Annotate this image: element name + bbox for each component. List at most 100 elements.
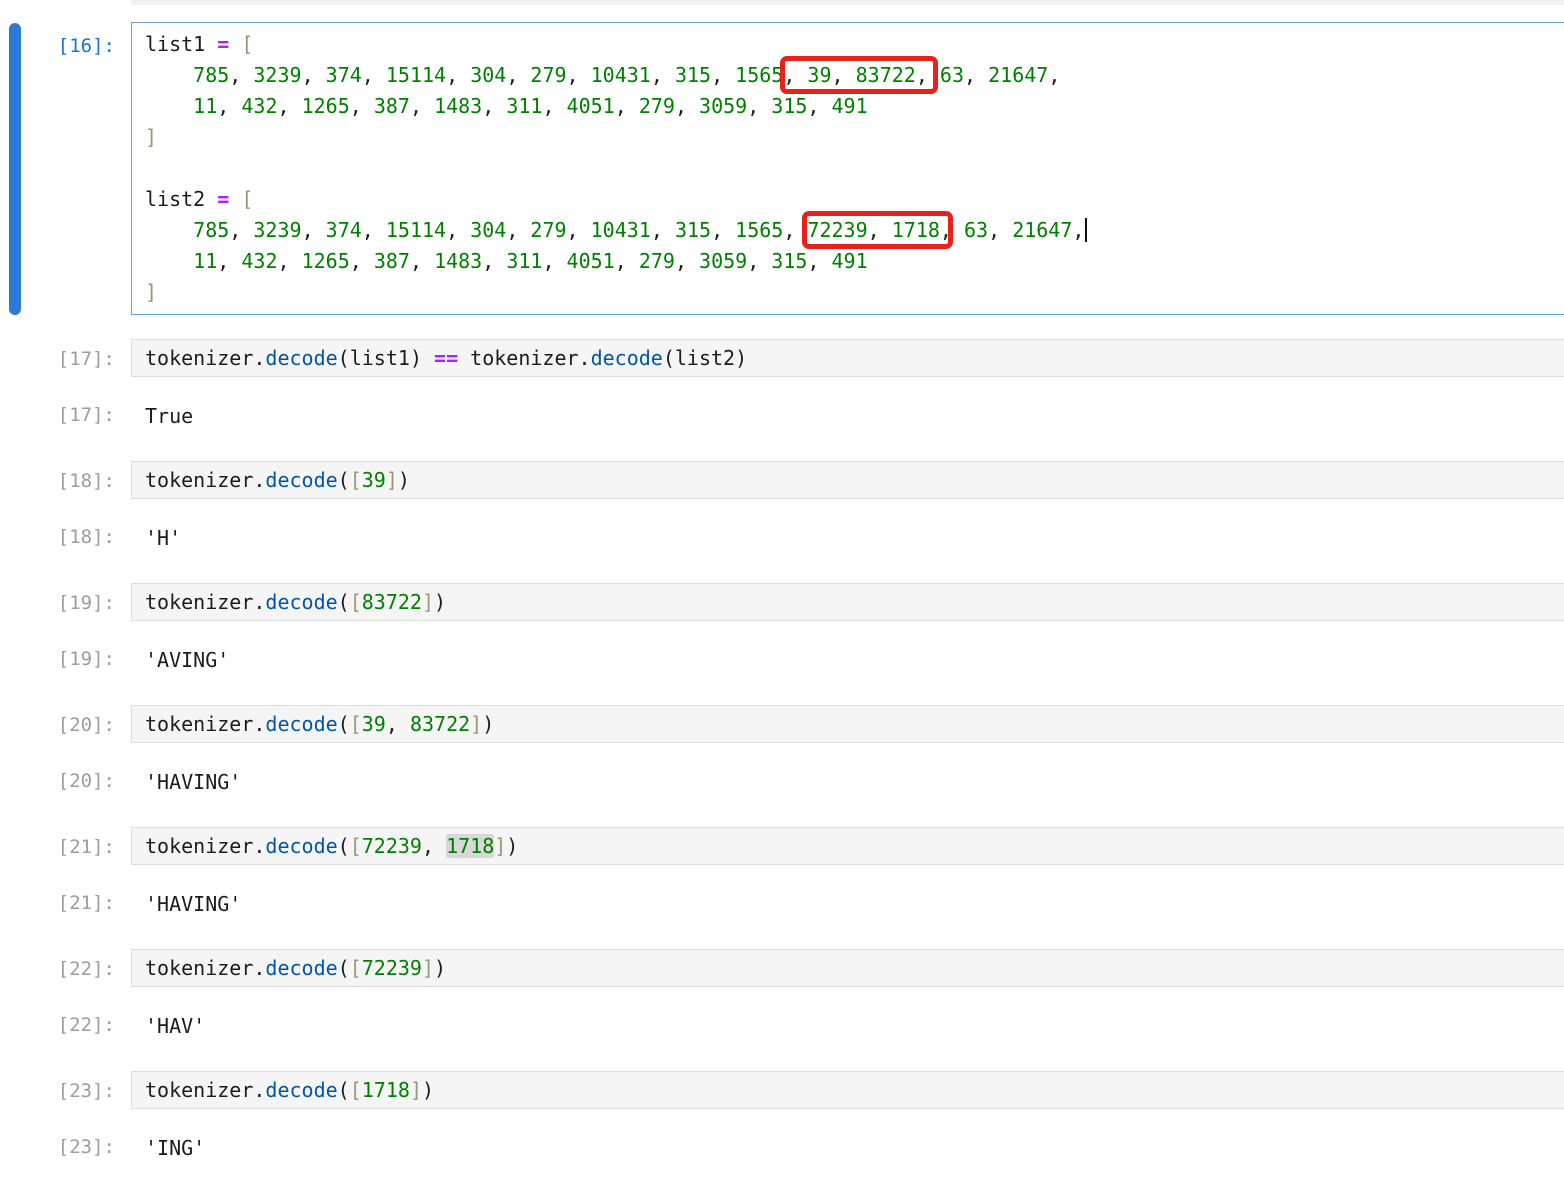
code-token: decode bbox=[265, 712, 337, 736]
code-token: ] bbox=[410, 1078, 422, 1102]
code-token: , bbox=[675, 249, 699, 273]
code-token: , bbox=[217, 249, 241, 273]
code-token: tokenizer bbox=[145, 1078, 253, 1102]
output-cell-row: [22]:'HAV' bbox=[0, 1006, 1564, 1044]
output-prompt: [22]: bbox=[0, 1006, 115, 1044]
code-token: 315 bbox=[675, 63, 711, 87]
code-token: , bbox=[615, 249, 639, 273]
code-token: 15114 bbox=[386, 63, 446, 87]
code-token: , bbox=[832, 63, 856, 87]
code-token: ) bbox=[482, 712, 494, 736]
code-token: ( bbox=[338, 346, 350, 370]
code-token: 491 bbox=[832, 249, 868, 273]
code-cell-row: [19]:tokenizer.decode([83722]) bbox=[0, 583, 1564, 621]
code-editor[interactable]: list1 = [ 785, 3239, 374, 15114, 304, 27… bbox=[131, 22, 1564, 315]
code-token: . bbox=[253, 956, 265, 980]
code-editor[interactable]: tokenizer.decode([1718]) bbox=[131, 1071, 1564, 1109]
code-token: , bbox=[747, 94, 771, 118]
code-token: , bbox=[711, 63, 735, 87]
code-editor[interactable]: tokenizer.decode([72239]) bbox=[131, 949, 1564, 987]
code-token: 72239 bbox=[362, 834, 422, 858]
execution-count-prompt: [17]: bbox=[0, 339, 115, 377]
code-editor[interactable]: tokenizer.decode(list1) == tokenizer.dec… bbox=[131, 339, 1564, 377]
code-token: 1265 bbox=[302, 249, 350, 273]
code-token: , bbox=[711, 218, 735, 242]
code-token: 311 bbox=[506, 249, 542, 273]
code-token: , bbox=[747, 249, 771, 273]
code-token: , bbox=[1048, 63, 1060, 87]
execution-count-prompt: [16]: bbox=[0, 22, 115, 315]
code-token: , bbox=[567, 218, 591, 242]
output-prompt: [19]: bbox=[0, 640, 115, 678]
code-token: . bbox=[253, 834, 265, 858]
code-token: 39 bbox=[362, 468, 386, 492]
code-line: ] bbox=[145, 122, 1564, 153]
code-token: tokenizer bbox=[145, 346, 253, 370]
code-token: 1483 bbox=[434, 94, 482, 118]
code-token: ] bbox=[470, 712, 482, 736]
code-token: 374 bbox=[326, 63, 362, 87]
output-prompt: [18]: bbox=[0, 518, 115, 556]
code-token: 15114 bbox=[386, 218, 446, 242]
code-token: 279 bbox=[639, 94, 675, 118]
code-token: [ bbox=[241, 187, 253, 211]
code-token bbox=[458, 346, 470, 370]
code-token: , bbox=[940, 218, 964, 242]
code-token: ( bbox=[338, 834, 350, 858]
code-token: 39 bbox=[362, 712, 386, 736]
code-token: 279 bbox=[639, 249, 675, 273]
execution-count-prompt: [22]: bbox=[0, 949, 115, 987]
code-line: tokenizer.decode([39, 83722]) bbox=[145, 713, 1564, 735]
output-cell-row: [19]:'AVING' bbox=[0, 640, 1564, 678]
code-editor[interactable]: tokenizer.decode([39]) bbox=[131, 461, 1564, 499]
code-token: 387 bbox=[374, 249, 410, 273]
code-token: 1718 bbox=[892, 218, 940, 242]
code-token: ( bbox=[663, 346, 675, 370]
code-token: 311 bbox=[506, 94, 542, 118]
code-token: decode bbox=[265, 468, 337, 492]
code-token: 63 bbox=[940, 63, 964, 87]
code-editor[interactable]: tokenizer.decode([83722]) bbox=[131, 583, 1564, 621]
code-token: 304 bbox=[470, 218, 506, 242]
code-token: ) bbox=[735, 346, 747, 370]
text-cursor bbox=[1085, 218, 1087, 242]
code-token: [ bbox=[350, 712, 362, 736]
code-token: [ bbox=[350, 956, 362, 980]
output-prompt: [20]: bbox=[0, 762, 115, 800]
output-prompt: [21]: bbox=[0, 884, 115, 922]
code-token: , bbox=[807, 249, 831, 273]
code-token: ] bbox=[422, 590, 434, 614]
code-token: 374 bbox=[326, 218, 362, 242]
code-token: [ bbox=[350, 1078, 362, 1102]
code-editor[interactable]: tokenizer.decode([39, 83722]) bbox=[131, 705, 1564, 743]
code-cell-row: [20]: tokenizer.decode([39, 83722]) bbox=[0, 705, 1564, 743]
code-token: = bbox=[217, 187, 229, 211]
code-line: 785, 3239, 374, 15114, 304, 279, 10431, … bbox=[145, 215, 1564, 246]
code-token: , bbox=[675, 94, 699, 118]
code-token: 83722 bbox=[362, 590, 422, 614]
execution-count-prompt: [23]: bbox=[0, 1071, 115, 1109]
code-token: ) bbox=[506, 834, 518, 858]
code-token: decode bbox=[265, 1078, 337, 1102]
code-token: 4051 bbox=[567, 94, 615, 118]
code-token: 315 bbox=[675, 218, 711, 242]
output-cell-row: [17]:True bbox=[0, 396, 1564, 434]
code-token: 387 bbox=[374, 94, 410, 118]
code-token: ) bbox=[410, 346, 434, 370]
code-token bbox=[145, 218, 193, 242]
code-token: 21647 bbox=[1012, 218, 1072, 242]
code-token: decode bbox=[265, 834, 337, 858]
code-token: 1718 bbox=[446, 834, 494, 858]
code-token: list1 bbox=[145, 32, 205, 56]
code-cell-row: [22]: tokenizer.decode([72239]) bbox=[0, 949, 1564, 987]
code-line: tokenizer.decode([1718]) bbox=[145, 1079, 1564, 1101]
output-prompt: [23]: bbox=[0, 1128, 115, 1166]
code-token: tokenizer bbox=[145, 468, 253, 492]
code-token: decode bbox=[591, 346, 663, 370]
execution-count-prompt: [20]: bbox=[0, 705, 115, 743]
code-token: 10431 bbox=[591, 218, 651, 242]
code-token: , bbox=[542, 249, 566, 273]
code-editor[interactable]: tokenizer.decode([72239, 1718]) bbox=[131, 827, 1564, 865]
code-token: . bbox=[253, 712, 265, 736]
code-token: . bbox=[253, 346, 265, 370]
